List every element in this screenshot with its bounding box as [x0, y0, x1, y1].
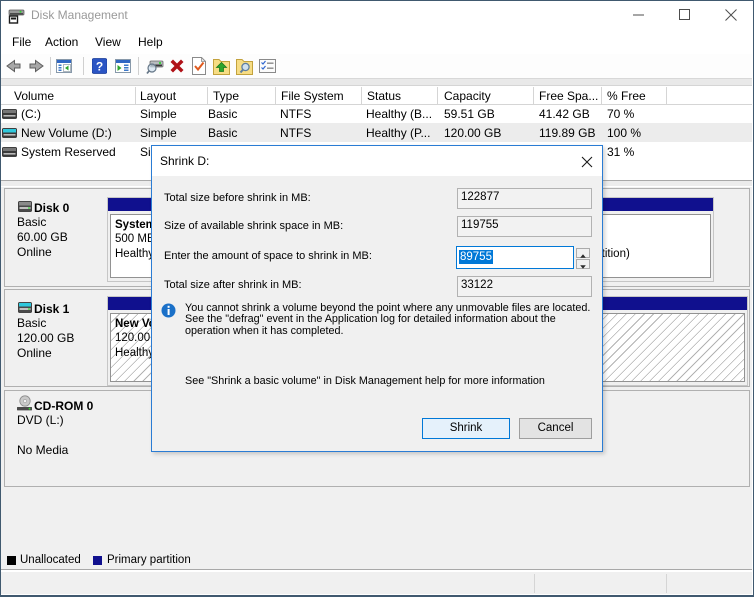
svg-text:?: ? — [96, 60, 103, 74]
